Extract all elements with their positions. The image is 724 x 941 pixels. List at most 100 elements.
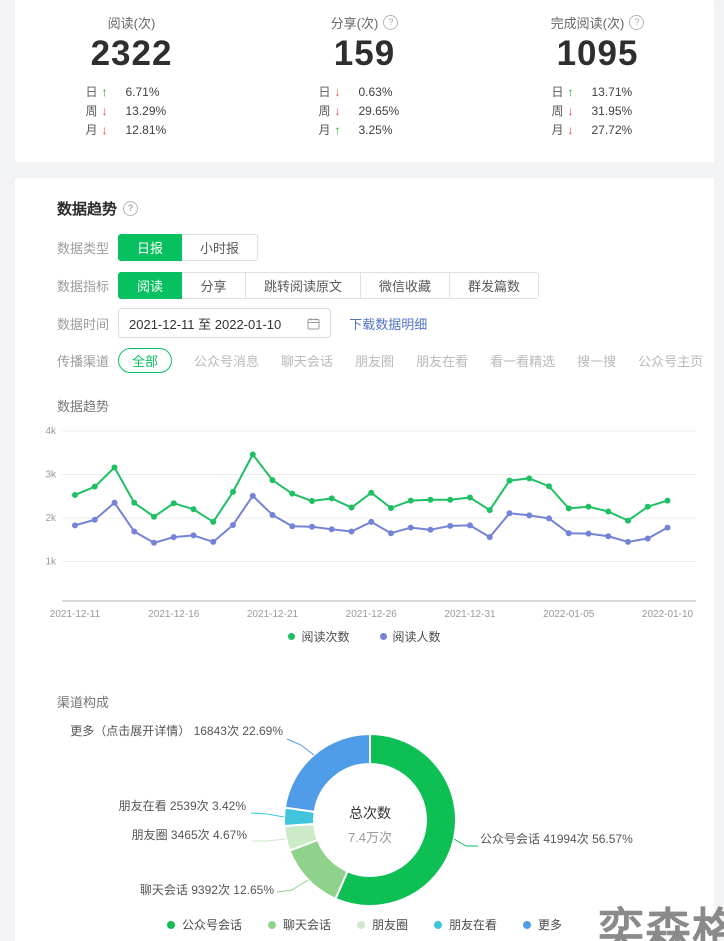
data-point[interactable] (447, 523, 453, 529)
data-point[interactable] (625, 518, 631, 524)
date-range-picker[interactable]: 2021-12-11 至 2022-01-10 (118, 308, 331, 338)
data-point[interactable] (586, 504, 592, 510)
data-point[interactable] (665, 525, 671, 531)
data-point[interactable] (349, 528, 355, 534)
data-point[interactable] (428, 497, 434, 503)
channel-friends-reading[interactable]: 朋友在看 (416, 351, 468, 370)
data-point[interactable] (72, 492, 78, 498)
data-point[interactable] (191, 532, 197, 538)
data-trend-card: 数据趋势 ? 数据类型 日报 小时报 数据指标 阅读 分享 跳转阅读原文 微信收… (15, 178, 714, 941)
data-point[interactable] (112, 465, 118, 471)
data-point[interactable] (586, 531, 592, 537)
legend-dot-icon (288, 633, 295, 640)
data-point[interactable] (546, 515, 552, 521)
legend-more[interactable]: 更多 (523, 916, 562, 933)
donut-slice-聊天会话[interactable] (290, 840, 348, 899)
tab-metric-original-link[interactable]: 跳转阅读原文 (246, 272, 361, 299)
data-point[interactable] (151, 540, 157, 546)
data-point[interactable] (349, 505, 355, 511)
stats-summary-card: 阅读(次) 2322 日 ↑ 6.71% 周 ↓ 13.29% 月 ↓ 12.8… (15, 0, 714, 162)
data-point[interactable] (507, 478, 513, 484)
data-point[interactable] (467, 495, 473, 501)
data-point[interactable] (507, 510, 513, 516)
data-point[interactable] (151, 514, 157, 520)
channel-chat[interactable]: 聊天会话 (281, 351, 333, 370)
data-point[interactable] (210, 519, 216, 525)
data-point[interactable] (428, 527, 434, 533)
data-point[interactable] (566, 505, 572, 511)
data-point[interactable] (210, 539, 216, 545)
data-point[interactable] (546, 483, 552, 489)
data-point[interactable] (92, 517, 98, 523)
data-point[interactable] (230, 522, 236, 528)
data-point[interactable] (171, 500, 177, 506)
callout-more[interactable]: 更多（点击展开详情） 16843次 22.69% (70, 722, 283, 739)
tab-metric-read[interactable]: 阅读 (118, 272, 182, 299)
data-point[interactable] (171, 534, 177, 540)
legend-reader-count[interactable]: 阅读人数 (380, 628, 441, 645)
data-point[interactable] (309, 524, 315, 530)
data-point[interactable] (625, 539, 631, 545)
data-point[interactable] (250, 493, 256, 499)
tab-hourly-report[interactable]: 小时报 (182, 234, 258, 261)
data-point[interactable] (408, 498, 414, 504)
data-point[interactable] (289, 523, 295, 529)
tab-daily-report[interactable]: 日报 (118, 234, 182, 261)
channel-top-stories[interactable]: 看一看精选 (490, 351, 555, 370)
data-point[interactable] (270, 512, 276, 518)
analytics-page: 阅读(次) 2322 日 ↑ 6.71% 周 ↓ 13.29% 月 ↓ 12.8… (0, 0, 724, 941)
data-point[interactable] (645, 504, 651, 510)
data-point[interactable] (645, 535, 651, 541)
data-point[interactable] (388, 530, 394, 536)
data-point[interactable] (191, 506, 197, 512)
data-point[interactable] (92, 484, 98, 490)
data-point[interactable] (566, 530, 572, 536)
channel-moments[interactable]: 朋友圈 (355, 351, 394, 370)
stat-reads-month-row: 月 ↓ 12.81% (15, 120, 248, 139)
data-point[interactable] (72, 522, 78, 528)
callout-leader-line (287, 739, 314, 755)
help-icon[interactable]: ? (629, 15, 644, 30)
data-point[interactable] (605, 533, 611, 539)
donut-slice-更多[interactable] (285, 734, 370, 812)
data-point[interactable] (408, 525, 414, 531)
download-data-link[interactable]: 下载数据明细 (349, 314, 427, 333)
legend-moments[interactable]: 朋友圈 (357, 916, 408, 933)
data-point[interactable] (112, 500, 118, 506)
data-point[interactable] (526, 512, 532, 518)
data-point[interactable] (250, 451, 256, 457)
svg-text:2021-12-21: 2021-12-21 (247, 609, 299, 620)
data-point[interactable] (329, 495, 335, 501)
data-point[interactable] (309, 498, 315, 504)
stat-shares-day-row: 日 ↓ 0.63% (248, 82, 481, 101)
data-point[interactable] (487, 534, 493, 540)
data-point[interactable] (230, 489, 236, 495)
data-point[interactable] (131, 500, 137, 506)
data-point[interactable] (131, 528, 137, 534)
legend-read-count[interactable]: 阅读次数 (288, 628, 349, 645)
legend-chat[interactable]: 聊天会话 (268, 916, 331, 933)
tab-metric-favorite[interactable]: 微信收藏 (361, 272, 450, 299)
data-point[interactable] (487, 507, 493, 513)
data-point[interactable] (368, 490, 374, 496)
channel-profile-page[interactable]: 公众号主页 (638, 351, 703, 370)
channel-all[interactable]: 全部 (118, 348, 172, 373)
legend-official-chat[interactable]: 公众号会话 (167, 916, 242, 933)
data-point[interactable] (270, 477, 276, 483)
data-point[interactable] (665, 498, 671, 504)
tab-metric-article-count[interactable]: 群发篇数 (450, 272, 539, 299)
data-point[interactable] (467, 522, 473, 528)
channel-official-message[interactable]: 公众号消息 (194, 351, 259, 370)
data-point[interactable] (388, 505, 394, 511)
data-point[interactable] (526, 475, 532, 481)
legend-friends-reading[interactable]: 朋友在看 (434, 916, 497, 933)
data-point[interactable] (329, 526, 335, 532)
data-point[interactable] (289, 491, 295, 497)
data-point[interactable] (368, 519, 374, 525)
help-icon[interactable]: ? (383, 15, 398, 30)
help-icon[interactable]: ? (123, 201, 138, 216)
channel-search[interactable]: 搜一搜 (577, 351, 616, 370)
data-point[interactable] (605, 508, 611, 514)
data-point[interactable] (447, 497, 453, 503)
tab-metric-share[interactable]: 分享 (182, 272, 246, 299)
